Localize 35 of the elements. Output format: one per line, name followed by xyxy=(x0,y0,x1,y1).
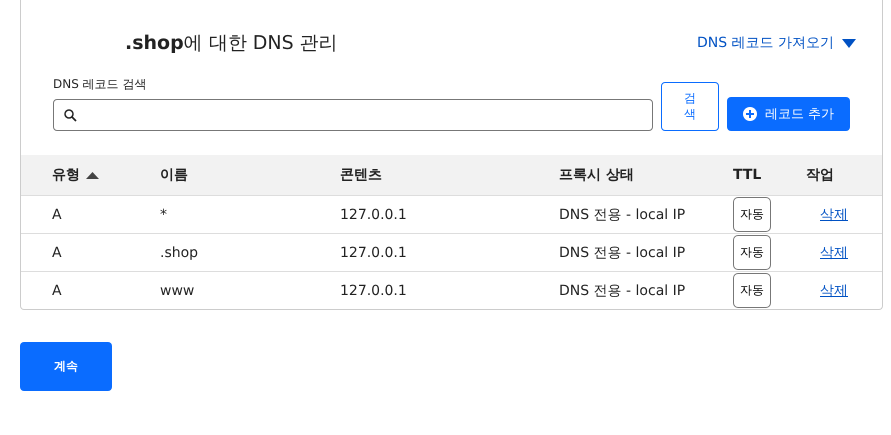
search-field[interactable] xyxy=(53,99,653,131)
table-cell: DNS 전용 - local IP xyxy=(559,206,686,222)
import-records-link[interactable]: DNS 레코드 가져오기 xyxy=(696,34,856,52)
search-button[interactable]: 검색 xyxy=(660,82,719,131)
column-header[interactable]: 작업 xyxy=(806,166,834,184)
table-cell: DNS 전용 - local IP xyxy=(559,282,686,298)
ttl-button[interactable]: 자동 xyxy=(733,197,771,232)
search-label: DNS 레코드 검색 xyxy=(53,76,148,93)
column-header[interactable]: 유형 xyxy=(52,166,99,184)
column-header[interactable]: TTL xyxy=(733,167,762,183)
ttl-button[interactable]: 자동 xyxy=(733,235,771,270)
delete-link[interactable]: 삭제 xyxy=(820,244,848,260)
delete-link[interactable]: 삭제 xyxy=(820,282,848,298)
ttl-button[interactable]: 자동 xyxy=(733,273,771,308)
caret-icon xyxy=(842,38,856,48)
search-icon xyxy=(64,108,77,122)
table-cell: A xyxy=(52,244,62,260)
page-title: .shop에 대한 DNS 관리 xyxy=(125,31,338,56)
delete-link[interactable]: 삭제 xyxy=(820,206,848,222)
sort-up-icon xyxy=(86,172,99,178)
table-cell: A xyxy=(52,282,62,298)
table-cell: .shop xyxy=(160,244,198,260)
table-cell: DNS 전용 - local IP xyxy=(559,244,686,260)
table-cell: www xyxy=(160,282,194,298)
table-cell: 127.0.0.1 xyxy=(340,206,407,222)
plus-circle-icon xyxy=(742,107,757,121)
table-cell: A xyxy=(52,206,62,222)
column-header[interactable]: 프록시 상태 xyxy=(559,166,634,184)
column-header[interactable]: 콘텐츠 xyxy=(340,166,382,184)
column-header[interactable]: 이름 xyxy=(160,166,188,184)
continue-button[interactable]: 계속 xyxy=(20,342,112,391)
table-cell: 127.0.0.1 xyxy=(340,282,407,298)
table-cell: 127.0.0.1 xyxy=(340,244,407,260)
table-cell: * xyxy=(160,206,167,222)
add-record-button[interactable]: 레코드 추가 xyxy=(726,97,850,131)
